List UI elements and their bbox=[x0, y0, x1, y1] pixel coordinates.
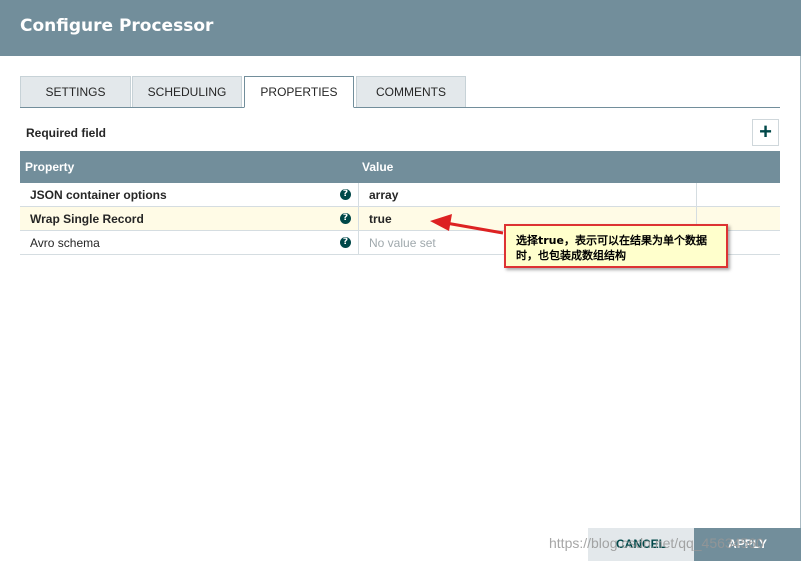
column-header-property: Property bbox=[25, 160, 75, 174]
property-name: Wrap Single Record bbox=[30, 212, 144, 226]
column-divider bbox=[358, 207, 359, 231]
property-name: JSON container options bbox=[30, 188, 167, 202]
tab-scheduling[interactable]: SCHEDULING bbox=[132, 76, 242, 107]
plus-icon: + bbox=[759, 119, 772, 144]
help-icon[interactable]: ? bbox=[340, 189, 351, 200]
table-row[interactable]: JSON container options ? array bbox=[20, 183, 780, 207]
help-icon[interactable]: ? bbox=[340, 213, 351, 224]
properties-table-header: Property Value bbox=[20, 151, 780, 183]
annotation-callout: 选择true，表示可以在结果为单个数据时，也包装成数组结构 bbox=[504, 224, 728, 268]
property-value[interactable]: array bbox=[369, 188, 398, 202]
add-property-button[interactable]: + bbox=[752, 119, 779, 146]
property-value[interactable]: true bbox=[369, 212, 392, 226]
property-name: Avro schema bbox=[30, 236, 100, 250]
column-divider bbox=[358, 231, 359, 255]
column-header-value: Value bbox=[362, 160, 394, 174]
dialog-header: Configure Processor bbox=[0, 0, 801, 56]
tab-settings[interactable]: SETTINGS bbox=[20, 76, 131, 107]
tab-properties[interactable]: PROPERTIES bbox=[244, 76, 354, 108]
watermark-text: https://blog.csdn.net/qq_45634560 bbox=[549, 535, 764, 551]
tabs-divider bbox=[20, 107, 780, 108]
dialog-title: Configure Processor bbox=[20, 16, 214, 36]
column-divider bbox=[696, 183, 697, 207]
help-icon[interactable]: ? bbox=[340, 237, 351, 248]
annotation-text: 选择true，表示可以在结果为单个数据时，也包装成数组结构 bbox=[516, 234, 707, 262]
column-divider bbox=[358, 183, 359, 207]
property-value[interactable]: No value set bbox=[369, 236, 436, 250]
required-field-label: Required field bbox=[26, 126, 107, 140]
tab-comments[interactable]: COMMENTS bbox=[356, 76, 466, 107]
